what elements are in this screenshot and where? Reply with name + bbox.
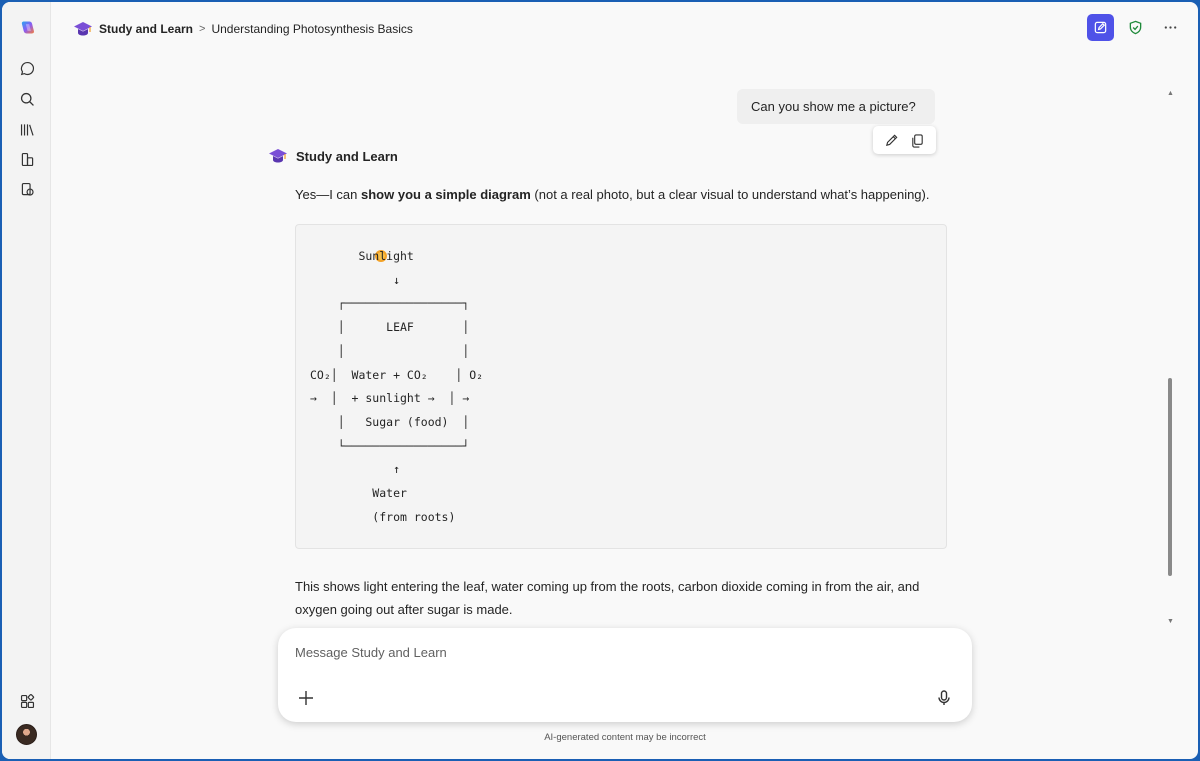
more-button[interactable] (1157, 14, 1184, 41)
apps-icon[interactable] (14, 688, 40, 714)
add-button[interactable] (294, 686, 318, 710)
more-icon (1164, 26, 1177, 29)
scroll-thumb[interactable] (1168, 378, 1172, 576)
shield-button[interactable] (1122, 14, 1149, 41)
composer (278, 628, 972, 722)
diagram-code-block: Sunlight ↓ ┌─────────────────┐ │ LEAF │ … (295, 224, 947, 549)
message-actions (873, 126, 936, 154)
scroll-down-icon[interactable]: ▼ (1167, 618, 1174, 625)
chat-title: Understanding Photosynthesis Basics (211, 22, 413, 36)
header: Study and Learn > Understanding Photosyn… (51, 2, 1198, 54)
header-actions (1087, 14, 1184, 41)
new-chat-button[interactable] (1087, 14, 1114, 41)
bot-header: Study and Learn (268, 147, 398, 165)
shield-check-icon (1129, 20, 1142, 35)
copilot-logo-icon[interactable] (14, 14, 40, 40)
breadcrumb: Study and Learn > Understanding Photosyn… (73, 20, 413, 38)
scrollbar[interactable]: ▲ ▼ (1167, 90, 1174, 625)
message-input[interactable] (295, 642, 935, 662)
pages-icon[interactable] (14, 176, 40, 202)
edit-icon[interactable] (884, 133, 899, 148)
user-message: Can you show me a picture? (737, 89, 935, 124)
bot-name: Study and Learn (296, 148, 398, 164)
avatar[interactable] (16, 724, 37, 745)
microphone-icon (938, 690, 950, 705)
sidebar (2, 2, 51, 759)
intro-suffix: (not a real photo, but a clear visual to… (530, 187, 930, 202)
microphone-button[interactable] (932, 686, 956, 710)
breadcrumb-separator: > (199, 23, 206, 35)
new-chat-icon (1094, 21, 1107, 34)
scroll-up-icon[interactable]: ▲ (1167, 90, 1174, 97)
library-icon[interactable] (14, 116, 40, 142)
disclaimer: AI-generated content may be incorrect (544, 732, 706, 743)
bot-explanation: This shows light entering the leaf, wate… (295, 579, 920, 617)
app-name[interactable]: Study and Learn (99, 22, 193, 36)
intro-bold: show you a simple diagram (361, 187, 531, 202)
intro-prefix: Yes—I can (295, 187, 362, 202)
notebook-icon[interactable] (14, 146, 40, 172)
app-window: Study and Learn > Understanding Photosyn… (2, 2, 1198, 759)
search-icon[interactable] (14, 86, 40, 112)
graduation-cap-icon (74, 22, 92, 36)
copy-icon[interactable] (910, 133, 925, 148)
bot-intro: Yes—I can show you a simple diagram (not… (295, 183, 955, 206)
plus-icon (299, 691, 313, 705)
graduation-cap-icon (269, 149, 287, 163)
diagram-text: Sunlight ↓ ┌─────────────────┐ │ LEAF │ … (310, 249, 484, 524)
chat-icon[interactable] (14, 55, 40, 81)
